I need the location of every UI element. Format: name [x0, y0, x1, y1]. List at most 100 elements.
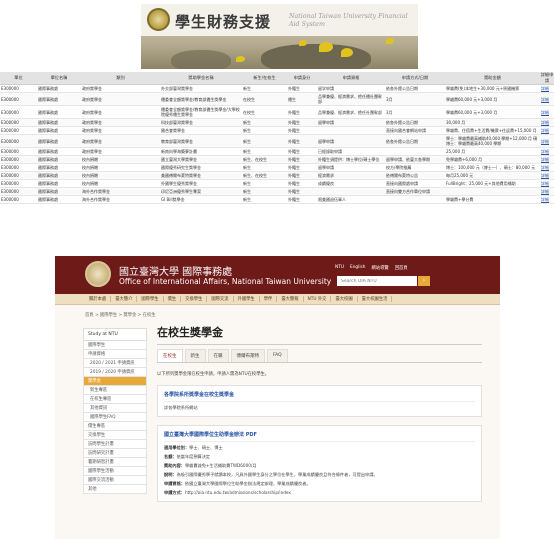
detail-link[interactable]: 詳細 — [540, 147, 554, 156]
sidebar-item[interactable]: 獎學金 — [83, 377, 147, 386]
sidebar-item[interactable]: 新生專區 — [83, 386, 147, 395]
table-cell: 每月25,000 元 — [445, 171, 540, 180]
nav-item[interactable]: 關於本處 — [85, 296, 112, 302]
table-cell: 學雜費60,000 元+3,000 月 — [445, 105, 540, 119]
sidebar-item[interactable]: 暑期研習計畫 — [83, 458, 147, 467]
table-cell: 國際事務處 — [37, 92, 81, 106]
nav-item[interactable]: 學伴 — [260, 296, 278, 302]
table-cell: 依各外館公告日期 — [385, 134, 445, 148]
nav-item[interactable]: NTU 外交 — [304, 296, 332, 302]
table-cell: 依傅爾布萊特公告 — [385, 171, 445, 180]
table-cell: 國際事務處 — [37, 147, 81, 156]
sidebar-item[interactable]: 訪問學生計畫 — [83, 440, 147, 449]
table-cell: 外籍生 — [287, 179, 317, 188]
banner-leaf — [341, 48, 353, 57]
detail-link[interactable]: 詳細 — [540, 126, 554, 135]
card-line-label: 申請方式： — [164, 490, 185, 495]
table-cell: 國際事務處 — [37, 105, 81, 119]
top-link[interactable]: NTU — [335, 265, 344, 271]
detail-link[interactable]: 詳細 — [540, 179, 554, 188]
nav-item[interactable]: 交換學生 — [181, 296, 208, 302]
table-cell: 國際事務處 — [37, 195, 81, 204]
nav-item[interactable]: 外國學生 — [234, 296, 260, 302]
sidebar-item[interactable]: 2019 / 2020 申請資訊 — [83, 368, 147, 377]
sidebar-item[interactable]: 僑生專區 — [83, 422, 147, 431]
detail-link[interactable]: 詳細 — [540, 134, 554, 148]
sidebar: Study at NTU 國際學生 申請資格 2020 / 2021 申請資訊 201… — [83, 328, 147, 494]
sidebar-item[interactable]: 其他 — [83, 485, 147, 494]
scholarship-card: 各學院系所獎學金在校生獎學金 詳各學院系所網站 — [157, 385, 482, 417]
tab-item[interactable]: 新生 — [184, 349, 206, 362]
card-title[interactable]: 各學院系所獎學金在校生獎學金 — [164, 391, 475, 402]
table-cell: 留學申請 — [317, 118, 385, 127]
table-cell: E300000 — [0, 126, 37, 135]
sidebar-item[interactable]: 在校生專區 — [83, 395, 147, 404]
card-line: 獎助內容：學雜費減免+生活補助費TWD6000/月 — [164, 463, 475, 469]
detail-link[interactable]: 詳細 — [540, 118, 554, 127]
sidebar-item[interactable]: 訪問研究計畫 — [83, 449, 147, 458]
sidebar-item[interactable]: 申請資格 — [83, 350, 147, 359]
tab-item[interactable]: 在校生 — [157, 349, 183, 362]
detail-link[interactable]: 詳細 — [540, 84, 554, 93]
table-cell: 新生 — [242, 147, 287, 156]
nav-item[interactable]: 臺大簡報 — [277, 296, 304, 302]
detail-link[interactable]: 詳細 — [540, 163, 554, 172]
sidebar-item[interactable]: 國際學生FAQ — [83, 413, 147, 422]
table-cell: 政府獎學金 — [81, 84, 160, 93]
sidebar-item[interactable]: 國際學生 — [83, 341, 147, 350]
nav-item[interactable]: 臺大簡介 — [111, 296, 138, 302]
table-cell: 國際事務處 — [37, 134, 81, 148]
table-row: E300000 國際事務處 校內捐贈 國際優秀研究生獎學金 新生 外籍生 留學申請 校方/學院… — [0, 163, 554, 172]
sidebar-item[interactable]: 國際交流活動 — [83, 476, 147, 485]
page-title: 在校生獎學金 — [157, 324, 482, 345]
column-header: 獎助金額 — [445, 72, 540, 85]
nav-item[interactable]: 臺大校園 — [331, 296, 358, 302]
table-row: E300000 國際事務處 政府獎學金 僑委會全額獎學金/教育部僑生獎學金 在校生 僑生品… — [0, 92, 554, 106]
detail-link[interactable]: 詳細 — [540, 155, 554, 164]
detail-link[interactable]: 詳細 — [540, 105, 554, 119]
search-button[interactable]: › — [418, 276, 430, 286]
sidebar-item[interactable]: 2020 / 2021 申請資訊 — [83, 359, 147, 368]
card-line-label: 申請資格： — [164, 481, 185, 486]
table-cell: 校內捐贈 — [81, 163, 160, 172]
column-header: 新生/在校生 — [242, 72, 287, 85]
sidebar-item[interactable]: 其他資訊 — [83, 404, 147, 413]
sidebar-item[interactable]: 國際學生活動 — [83, 467, 147, 476]
table-cell: 國際事務處 — [37, 155, 81, 164]
nav-item[interactable]: 僑生 — [164, 296, 182, 302]
card-title[interactable]: 國立臺灣大學國際學位生助學金辦法 PDF — [164, 431, 475, 442]
table-cell: 3月 — [385, 105, 445, 119]
detail-link[interactable]: 詳細 — [540, 171, 554, 180]
oia-title-cn[interactable]: 國立臺灣大學 國際事務處 — [119, 263, 232, 278]
table-cell: 外國學生優秀獎學金 — [160, 179, 242, 188]
nav-item[interactable]: 臺大校園生活 — [358, 296, 393, 302]
nav-item[interactable]: 國際學生 — [137, 296, 164, 302]
nav-item[interactable]: 國際交流 — [207, 296, 234, 302]
table-cell: 國際優秀研究生獎學金 — [160, 163, 242, 172]
search-input[interactable] — [337, 276, 417, 286]
table-cell: 學雜費(免)本地生+30,000 元+原國機票 — [445, 84, 540, 93]
card-line-value: 學士、碩士、博士 — [189, 445, 223, 450]
financial-aid-page: 學生財務支援 National Taiwan University Financ… — [0, 0, 554, 245]
top-link[interactable]: English — [350, 265, 366, 271]
table-cell: 國際事務處 — [37, 84, 81, 93]
table-cell: 已經錄取申請 — [317, 147, 385, 156]
table-cell: 直接向國合會網站申請 — [385, 126, 445, 135]
top-link[interactable]: 網站導覽 — [372, 265, 389, 271]
table-cell: 3月 — [385, 92, 445, 106]
tab-item[interactable]: FAQ — [267, 349, 288, 362]
table-cell: 新南向學海築夢計畫 — [160, 147, 242, 156]
oia-title-en[interactable]: Office of International Affairs, Nationa… — [119, 277, 331, 286]
detail-link[interactable]: 詳細 — [540, 187, 554, 196]
sidebar-item[interactable]: 交換學生 — [83, 431, 147, 440]
table-header-row: 單位 單位名稱 類別 獎助學金名稱 新生/在校生 申請身分 申請資格 申請方式/日期 獎助金額詳… — [0, 72, 554, 85]
table-cell — [317, 126, 385, 135]
top-link[interactable]: 回首頁 — [395, 265, 408, 271]
ntu-seal-icon[interactable] — [85, 261, 111, 287]
tab-item[interactable]: 傅爾布萊特 — [230, 349, 265, 362]
detail-link[interactable]: 詳細 — [540, 92, 554, 106]
table-cell: 新生 — [242, 195, 287, 204]
table-cell: 學雜費60,000 元+3,000 月 — [445, 92, 540, 106]
detail-link[interactable]: 詳細 — [540, 195, 554, 204]
tab-item[interactable]: 在職 — [207, 349, 229, 362]
